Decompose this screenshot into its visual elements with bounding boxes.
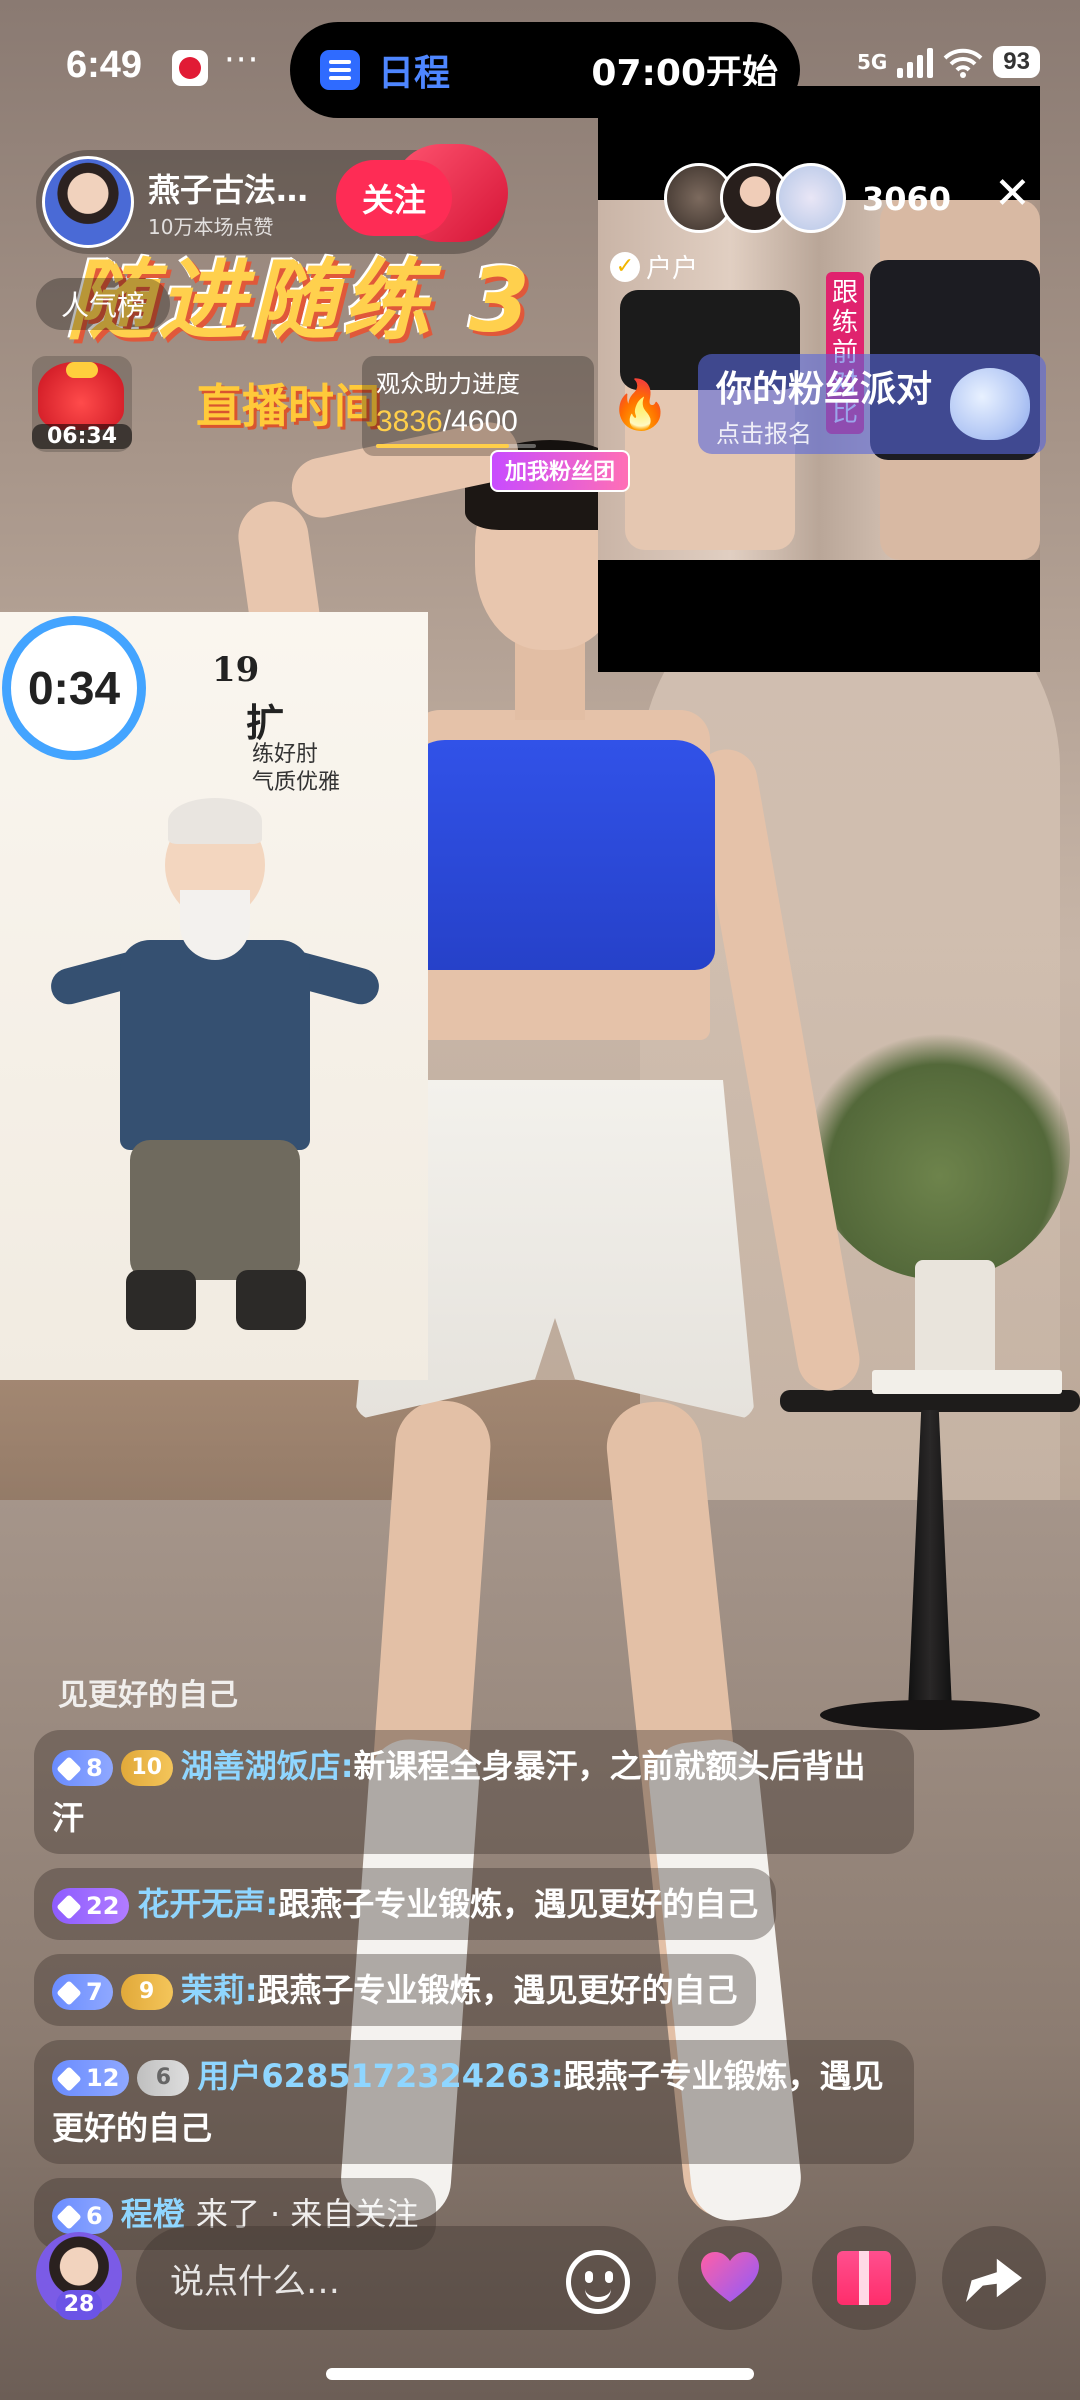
schedule-label: 日程 xyxy=(378,53,451,94)
battery-indicator: 93 xyxy=(993,46,1040,78)
user-level-value: 22 xyxy=(86,1892,120,1920)
signal-icon xyxy=(897,46,934,78)
audience-progress[interactable]: 观众助力进度 3836/4600 xyxy=(362,356,594,456)
elder-beard xyxy=(180,890,250,960)
chat-message[interactable]: 8 10 湖善湖饭店:新课程全身暴汗，之前就额头后背出汗 xyxy=(34,1730,914,1854)
close-icon[interactable]: ✕ xyxy=(994,172,1031,216)
fan-level-badge: 10 xyxy=(120,1750,173,1786)
popularity-ranking-button[interactable]: 人气榜 xyxy=(36,278,170,330)
progress-value: 3836/4600 xyxy=(376,405,580,439)
red-packet-button[interactable]: 06:34 xyxy=(32,356,132,452)
diamond-icon xyxy=(56,1894,82,1920)
chat-row: 12 6 用户6285172324263:跟燕子专业锻炼，遇见更好的自己 xyxy=(34,2040,914,2178)
exercise-timer: 0:34 xyxy=(2,616,146,760)
host-info: 燕子古法… 10万本场点赞 xyxy=(148,165,333,240)
chat-feed[interactable]: 见更好的自己 8 10 湖善湖饭店:新课程全身暴汗，之前就额头后背出汗 22 花开无声… xyxy=(34,1670,914,2264)
pip-tag-label: 户户 xyxy=(646,254,699,284)
user-level-badge: 22 xyxy=(52,1888,130,1924)
chat-username[interactable]: 茉莉: xyxy=(181,1971,258,2009)
elder-robe xyxy=(120,940,310,1150)
elder-illustration xyxy=(40,790,383,1350)
chat-text: 跟燕子专业锻炼，遇见更好的自己 xyxy=(278,1885,759,1923)
like-button[interactable] xyxy=(678,2226,782,2330)
user-level-value: 7 xyxy=(86,1978,103,2006)
calendar-list-icon xyxy=(320,50,360,90)
chat-row: 8 10 湖善湖饭店:新课程全身暴汗，之前就额头后背出汗 xyxy=(34,1730,914,1868)
progress-bar xyxy=(376,444,536,448)
red-packet-tie xyxy=(66,362,98,378)
diamond-icon xyxy=(56,1756,82,1782)
progress-fill xyxy=(376,444,510,448)
fan-level-badge: 9 xyxy=(120,1974,173,2010)
status-right: 5G 93 xyxy=(857,46,1040,78)
signal-bar xyxy=(907,62,914,78)
chat-message[interactable]: 12 6 用户6285172324263:跟燕子专业锻炼，遇见更好的自己 xyxy=(34,2040,914,2164)
check-icon: ✓ xyxy=(610,251,640,282)
wifi-icon xyxy=(943,48,983,78)
share-icon xyxy=(966,2258,1022,2302)
fan-level-badge: 6 xyxy=(137,2060,190,2096)
signal-bar xyxy=(897,68,904,78)
bottom-bar: 28 说点什么… xyxy=(0,2226,1080,2336)
host-name: 燕子古法… xyxy=(148,170,309,209)
chat-message[interactable]: 22 花开无声:跟燕子专业锻炼，遇见更好的自己 xyxy=(34,1868,777,1940)
host-avatar[interactable] xyxy=(42,156,134,248)
user-level-value: 12 xyxy=(86,2064,120,2092)
user-level-badge: 7 xyxy=(52,1974,113,2010)
background-books xyxy=(872,1370,1062,1394)
follow-button[interactable]: 关注 xyxy=(336,160,452,236)
chat-text: 跟燕子专业锻炼，遇见更好的自己 xyxy=(257,1971,738,2009)
course-number: 19 xyxy=(212,650,260,690)
host-likes: 10万本场点赞 xyxy=(148,214,274,239)
chat-message[interactable]: 7 9 茉莉:跟燕子专业锻炼，遇见更好的自己 xyxy=(34,1954,756,2026)
banner-subtitle: 直播时间 xyxy=(196,379,380,433)
neck xyxy=(515,640,585,720)
gift-button[interactable] xyxy=(812,2226,916,2330)
progress-total: /4600 xyxy=(442,405,518,438)
viewer-count[interactable]: 3060 xyxy=(862,180,951,218)
elder-pants xyxy=(130,1140,300,1280)
diamond-icon xyxy=(56,2066,82,2092)
background-plant-pot xyxy=(915,1260,995,1380)
pip-tag: ✓ 户户 xyxy=(610,248,698,285)
elder-boot-right xyxy=(236,1270,306,1330)
chat-row: 7 9 茉莉:跟燕子专业锻炼，遇见更好的自己 xyxy=(34,1954,914,2040)
sports-bra xyxy=(405,740,715,970)
chat-username[interactable]: 湖善湖饭店: xyxy=(181,1747,354,1785)
network-type: 5G xyxy=(856,50,888,74)
share-button[interactable] xyxy=(942,2226,1046,2330)
signal-bar xyxy=(927,48,934,78)
chat-username[interactable]: 用户6285172324263: xyxy=(197,2057,563,2095)
progress-current: 3836 xyxy=(376,405,443,438)
chat-text: 新课程全身暴汗，之前就额头后背出汗 xyxy=(52,1747,866,1837)
user-level-badge: 12 xyxy=(52,2060,130,2096)
my-level-badge: 28 xyxy=(56,2290,102,2320)
home-indicator[interactable] xyxy=(326,2368,754,2380)
emoji-icon[interactable] xyxy=(566,2250,630,2314)
fire-icon: 🔥 xyxy=(610,377,670,433)
viewer-avatar[interactable] xyxy=(776,163,846,233)
heart-icon xyxy=(701,2252,759,2304)
join-fan-club-button[interactable]: 加我粉丝团 xyxy=(490,450,630,492)
signal-bar xyxy=(917,55,924,78)
elder-boot-left xyxy=(126,1270,196,1330)
elder-hair xyxy=(168,798,262,844)
red-packet-countdown: 06:34 xyxy=(32,424,132,449)
diamond-icon xyxy=(56,1980,82,2006)
heart-mascot-icon xyxy=(950,368,1030,440)
chat-faded-line: 见更好的自己 xyxy=(58,1678,238,1713)
progress-label: 观众助力进度 xyxy=(376,370,520,398)
viewer-avatars[interactable] xyxy=(664,160,846,236)
user-level-value: 8 xyxy=(86,1754,103,1782)
chat-row: 22 花开无声:跟燕子专业锻炼，遇见更好的自己 xyxy=(34,1868,914,1954)
user-level-badge: 8 xyxy=(52,1750,113,1786)
fan-party-banner[interactable]: 你的粉丝派对 点击报名 xyxy=(698,354,1046,454)
app-notification-icon xyxy=(172,50,208,86)
gift-icon xyxy=(837,2251,891,2305)
status-time: 6:49 xyxy=(66,44,143,86)
more-notifications-icon: ··· xyxy=(224,40,260,80)
chat-username[interactable]: 花开无声: xyxy=(137,1885,278,1923)
